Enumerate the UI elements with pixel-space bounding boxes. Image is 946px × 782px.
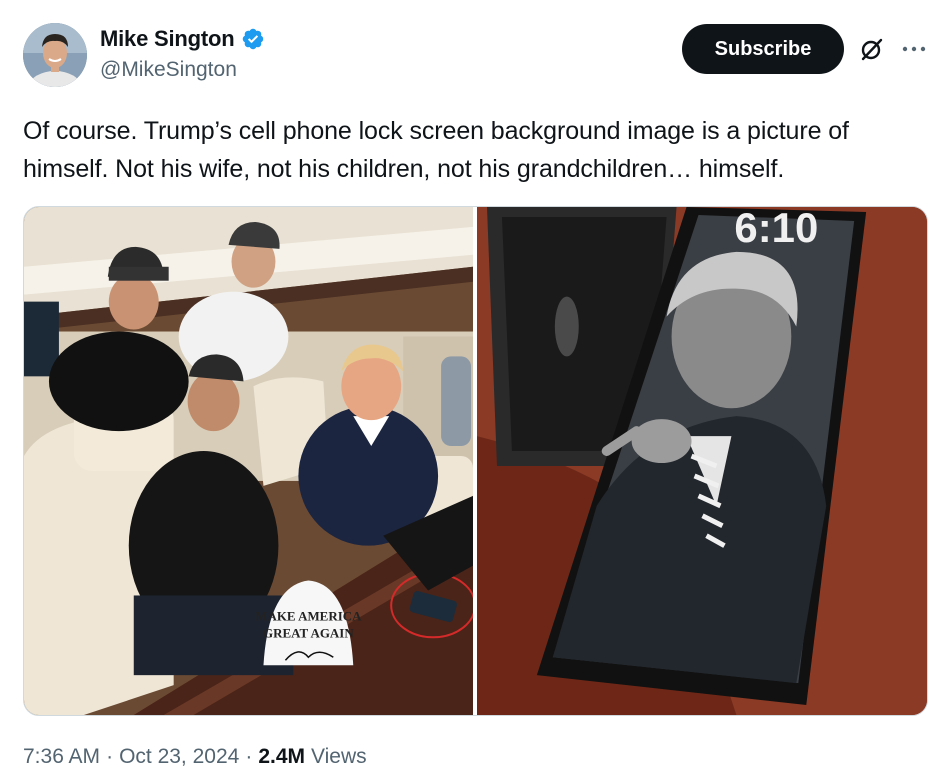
verified-badge-icon[interactable] [241, 27, 265, 51]
hat-text-line1: MAKE AMERICA [255, 608, 362, 623]
photo-group-jet[interactable]: MAKE AMERICA GREAT AGAIN [24, 207, 473, 715]
meta-separator: · [245, 745, 253, 768]
avatar[interactable] [23, 23, 87, 87]
photo-phone-lockscreen[interactable]: 6:10 [477, 207, 927, 715]
views-count[interactable]: 2.4M [258, 745, 305, 769]
tweet-time[interactable]: 7:36 AM [23, 745, 100, 769]
subscribe-button[interactable]: Subscribe [682, 24, 844, 74]
author-display-name[interactable]: Mike Sington [100, 26, 235, 52]
author-handle[interactable]: @MikeSington [100, 58, 237, 82]
meta-separator: · [106, 745, 114, 768]
hat-text-line2: GREAT AGAIN [263, 625, 354, 640]
tweet-meta: 7:36 AM · Oct 23, 2024 · 2.4M Views [23, 745, 367, 769]
media-grid: MAKE AMERICA GREAT AGAIN 6:10 [23, 206, 928, 716]
more-options-icon[interactable] [900, 35, 928, 63]
views-label: Views [311, 745, 367, 768]
tweet-text: Of course. Trump’s cell phone lock scree… [23, 117, 849, 183]
tweet-date[interactable]: Oct 23, 2024 [119, 745, 239, 769]
lockscreen-clock: 6:10 [734, 207, 818, 251]
grok-icon[interactable] [858, 35, 886, 63]
